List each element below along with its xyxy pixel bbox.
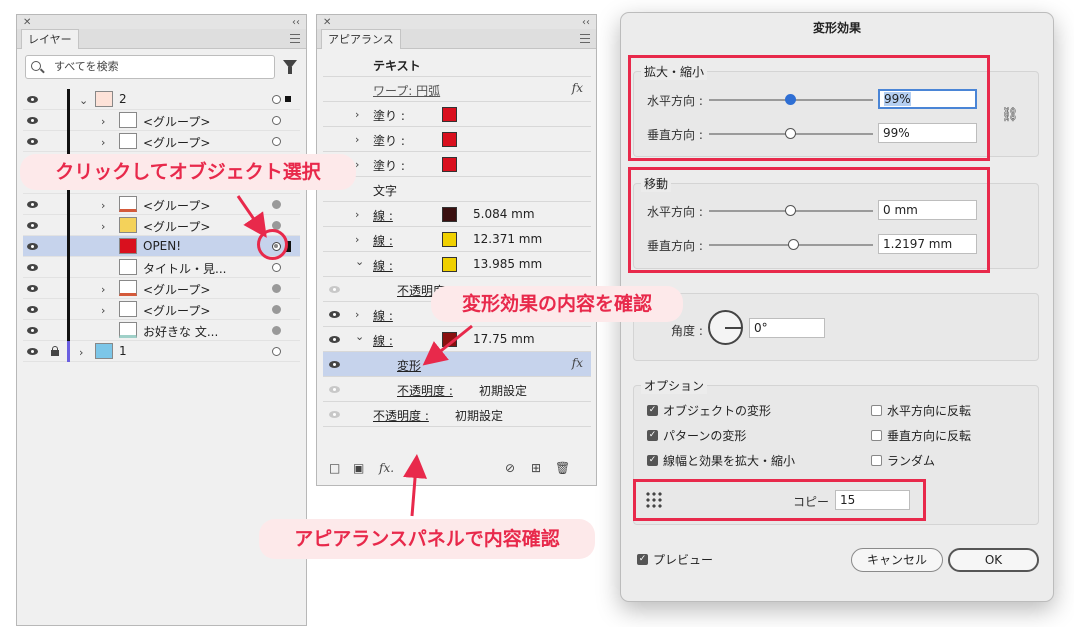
arrow-to-target bbox=[236, 195, 267, 238]
arrow-to-transform bbox=[422, 324, 473, 366]
callout-arrows bbox=[236, 195, 473, 517]
arrow-to-appearance bbox=[403, 454, 428, 517]
